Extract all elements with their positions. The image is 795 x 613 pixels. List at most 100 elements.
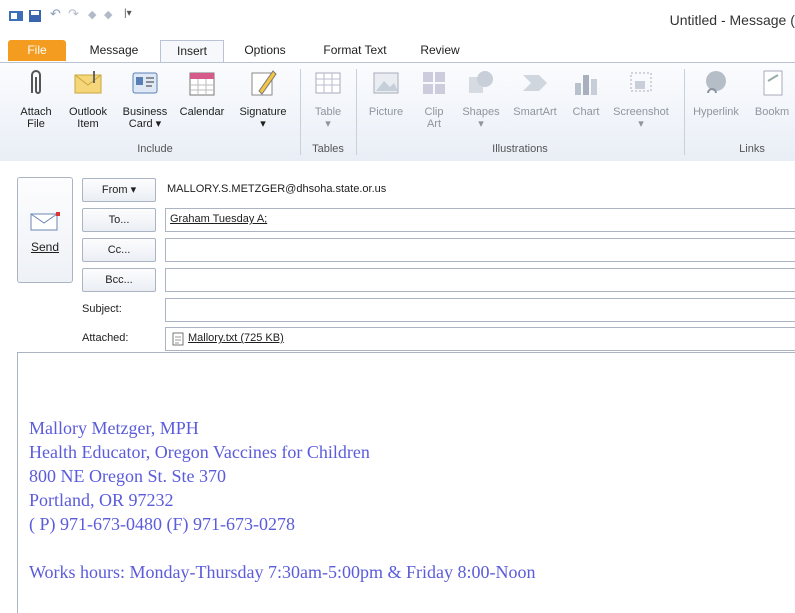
outlook-item-button[interactable]: Outlook Item — [62, 67, 114, 130]
undo-icon[interactable]: ↶ — [50, 6, 61, 21]
message-body[interactable]: Mallory Metzger, MPH Health Educator, Or… — [17, 352, 795, 613]
cc-button[interactable]: Cc... — [82, 238, 156, 262]
picture-icon — [373, 72, 399, 94]
outlook-app-icon — [9, 11, 23, 21]
bcc-button[interactable]: Bcc... — [82, 268, 156, 292]
envelope-icon — [74, 71, 102, 94]
table-label: Table — [314, 106, 342, 118]
signature-pen-icon — [251, 70, 277, 96]
subject-field[interactable] — [165, 298, 795, 322]
send-label: Send — [30, 240, 60, 254]
shapes-icon — [469, 71, 493, 93]
signature-label: Signature — [239, 106, 287, 118]
clip-art-button[interactable]: Clip Art — [414, 67, 454, 130]
from-button[interactable]: From ▾ — [82, 178, 156, 202]
picture-button[interactable]: Picture — [360, 67, 412, 118]
tab-message[interactable]: Message — [80, 40, 148, 61]
up-arrow-icon[interactable]: ◆ — [88, 8, 96, 22]
message-header: Send From ▾ MALLORY.S.METZGER@dhsoha.sta… — [0, 161, 795, 351]
signature-phones: ( P) 971-673-0480 (F) 971-673-0278 — [29, 514, 295, 534]
table-button[interactable]: Table ▾ — [306, 67, 350, 130]
attach-file-label-2: File — [27, 118, 45, 130]
calendar-icon — [189, 72, 215, 96]
business-card-label-2: Card ▾ — [128, 118, 162, 130]
signature-name: Mallory Metzger, MPH — [29, 418, 199, 438]
from-address: MALLORY.S.METZGER@dhsoha.state.or.us — [167, 183, 387, 195]
signature-dropdown-icon: ▾ — [260, 118, 266, 130]
screenshot-label: Screenshot — [613, 106, 669, 118]
tab-options[interactable]: Options — [232, 40, 298, 61]
to-button[interactable]: To... — [82, 208, 156, 232]
clip-art-label-2: Art — [426, 118, 442, 130]
smartart-label: SmartArt — [513, 106, 557, 118]
smartart-button[interactable]: SmartArt — [506, 67, 564, 118]
text-file-icon — [172, 332, 184, 346]
tab-format-text[interactable]: Format Text — [310, 40, 400, 61]
chart-label: Chart — [572, 106, 600, 118]
paperclip-icon — [31, 70, 41, 94]
ribbon-separator — [300, 69, 301, 155]
chart-button[interactable]: Chart — [566, 67, 606, 118]
ribbon-separator — [356, 69, 357, 155]
attached-field[interactable]: Mallory.txt (725 KB) — [165, 327, 795, 351]
signature-title: Health Educator, Oregon Vaccines for Chi… — [29, 442, 370, 462]
outlook-item-label-2: Item — [77, 118, 99, 130]
signature-hours: Works hours: Monday-Thursday 7:30am-5:00… — [29, 562, 536, 582]
links-group-label: Links — [739, 143, 765, 155]
calendar-button[interactable]: Calendar — [174, 67, 230, 118]
include-group-label: Include — [137, 143, 173, 155]
customize-toolbar-icon[interactable]: |▾ — [124, 8, 132, 22]
screenshot-dropdown-icon: ▾ — [638, 118, 644, 130]
chart-icon — [575, 75, 597, 95]
title-bar: ↶ ↷ ◆ ◆ |▾ Untitled - Message (H — [0, 0, 795, 38]
cc-field[interactable] — [165, 238, 795, 262]
window-title: Untitled - Message (H — [669, 12, 795, 28]
attached-label: Attached: — [82, 332, 129, 344]
ribbon-tabs: File Message Insert Options Format Text … — [0, 38, 795, 62]
screenshot-button[interactable]: Screenshot ▾ — [608, 67, 674, 130]
table-icon — [315, 72, 341, 94]
to-field[interactable]: Graham Tuesday A; — [165, 208, 795, 232]
business-card-icon — [132, 72, 158, 94]
business-card-label-1: Business — [122, 106, 168, 118]
shapes-label: Shapes — [462, 106, 500, 118]
attachment-name[interactable]: Mallory.txt (725 KB) — [188, 332, 284, 344]
picture-label: Picture — [368, 106, 404, 118]
hyperlink-button[interactable]: Hyperlink — [688, 67, 744, 118]
signature-address-line-1: 800 NE Oregon St. Ste 370 — [29, 466, 226, 486]
hyperlink-label: Hyperlink — [693, 106, 739, 118]
save-icon[interactable] — [28, 9, 42, 23]
ribbon: Attach File Outlook Item Business Card ▾… — [0, 62, 795, 162]
send-envelope-icon — [30, 212, 60, 231]
subject-label: Subject: — [82, 303, 122, 315]
attach-file-button[interactable]: Attach File — [14, 67, 58, 130]
to-recipient[interactable]: Graham Tuesday A; — [170, 213, 267, 225]
calendar-label: Calendar — [179, 106, 225, 118]
signature-button[interactable]: Signature ▾ — [232, 67, 294, 130]
clip-art-icon — [423, 72, 445, 94]
shapes-dropdown-icon: ▾ — [478, 118, 484, 130]
bookmark-icon — [763, 70, 783, 96]
hyperlink-globe-icon — [706, 71, 726, 94]
clip-art-label-1: Clip — [424, 106, 444, 118]
down-arrow-icon[interactable]: ◆ — [104, 8, 112, 22]
tab-file[interactable]: File — [8, 40, 66, 61]
bookmark-label: Bookm — [754, 106, 790, 118]
tab-review[interactable]: Review — [410, 40, 470, 61]
ribbon-separator — [684, 69, 685, 155]
redo-icon[interactable]: ↷ — [68, 6, 79, 21]
shapes-button[interactable]: Shapes ▾ — [458, 67, 504, 130]
table-dropdown-icon: ▾ — [325, 118, 331, 130]
send-button[interactable]: Send — [17, 177, 73, 283]
signature-address-line-2: Portland, OR 97232 — [29, 490, 174, 510]
outlook-item-label-1: Outlook — [69, 106, 107, 118]
attach-file-label-1: Attach — [20, 106, 52, 118]
bookmark-button[interactable]: Bookm — [748, 67, 795, 118]
smartart-icon — [523, 75, 547, 91]
tab-insert[interactable]: Insert — [160, 40, 224, 62]
illustrations-group-label: Illustrations — [492, 143, 548, 155]
tables-group-label: Tables — [312, 143, 344, 155]
bcc-field[interactable] — [165, 268, 795, 292]
screenshot-icon — [630, 72, 652, 92]
business-card-button[interactable]: Business Card ▾ — [118, 67, 172, 130]
